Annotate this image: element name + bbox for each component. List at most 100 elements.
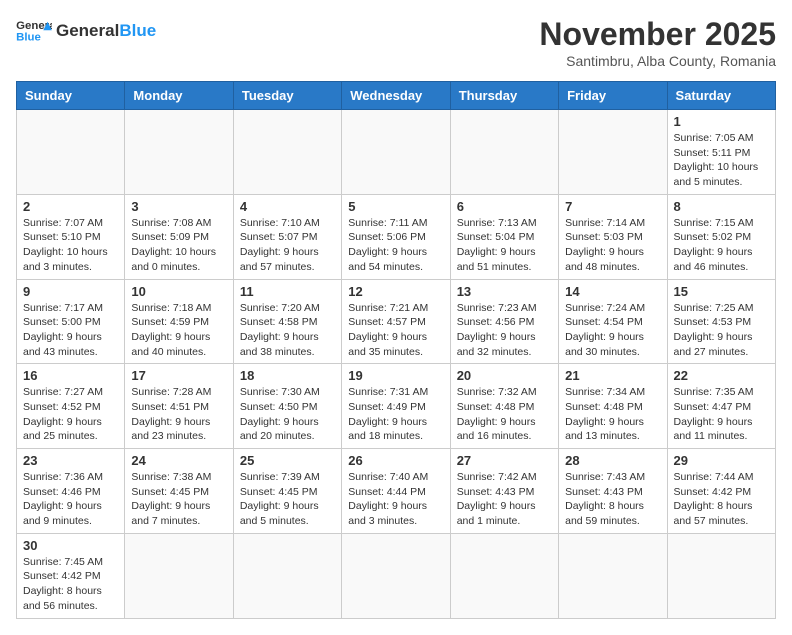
day-number: 2 xyxy=(23,199,118,214)
day-number: 9 xyxy=(23,284,118,299)
calendar-week-row: 1Sunrise: 7:05 AM Sunset: 5:11 PM Daylig… xyxy=(17,110,776,195)
calendar-cell: 28 Sunrise: 7:43 AM Sunset: 4:43 PM Dayli… xyxy=(559,449,667,534)
day-info: Sunrise: 7:25 AM Sunset: 4:53 PM Dayligh… xyxy=(674,301,769,360)
day-header-saturday: Saturday xyxy=(667,82,775,110)
calendar-header-row: SundayMondayTuesdayWednesdayThursdayFrid… xyxy=(17,82,776,110)
calendar-cell xyxy=(559,533,667,618)
calendar-cell: 4 Sunrise: 7:10 AM Sunset: 5:07 PM Daylig… xyxy=(233,194,341,279)
calendar-cell: 13 Sunrise: 7:23 AM Sunset: 4:56 PM Dayli… xyxy=(450,279,558,364)
calendar: SundayMondayTuesdayWednesdayThursdayFrid… xyxy=(16,81,776,619)
day-info: Sunrise: 7:17 AM Sunset: 5:00 PM Dayligh… xyxy=(23,301,118,360)
day-info: Sunrise: 7:27 AM Sunset: 4:52 PM Dayligh… xyxy=(23,385,118,444)
day-number: 10 xyxy=(131,284,226,299)
generalblue-logo-icon: General Blue xyxy=(16,16,52,46)
calendar-cell: 6Sunrise: 7:13 AM Sunset: 5:04 PM Daylig… xyxy=(450,194,558,279)
day-info: Sunrise: 7:38 AM Sunset: 4:45 PM Dayligh… xyxy=(131,470,226,529)
calendar-cell: 2Sunrise: 7:07 AM Sunset: 5:10 PM Daylig… xyxy=(17,194,125,279)
calendar-cell: 7 Sunrise: 7:14 AM Sunset: 5:03 PM Daylig… xyxy=(559,194,667,279)
day-number: 15 xyxy=(674,284,769,299)
day-number: 22 xyxy=(674,368,769,383)
day-number: 28 xyxy=(565,453,660,468)
calendar-cell xyxy=(450,533,558,618)
day-info: Sunrise: 7:28 AM Sunset: 4:51 PM Dayligh… xyxy=(131,385,226,444)
day-number: 24 xyxy=(131,453,226,468)
calendar-cell: 12 Sunrise: 7:21 AM Sunset: 4:57 PM Dayli… xyxy=(342,279,450,364)
day-number: 4 xyxy=(240,199,335,214)
day-info: Sunrise: 7:20 AM Sunset: 4:58 PM Dayligh… xyxy=(240,301,335,360)
day-info: Sunrise: 7:43 AM Sunset: 4:43 PM Dayligh… xyxy=(565,470,660,529)
day-info: Sunrise: 7:36 AM Sunset: 4:46 PM Dayligh… xyxy=(23,470,118,529)
day-number: 14 xyxy=(565,284,660,299)
day-info: Sunrise: 7:31 AM Sunset: 4:49 PM Dayligh… xyxy=(348,385,443,444)
day-number: 3 xyxy=(131,199,226,214)
day-info: Sunrise: 7:35 AM Sunset: 4:47 PM Dayligh… xyxy=(674,385,769,444)
day-number: 1 xyxy=(674,114,769,129)
day-number: 12 xyxy=(348,284,443,299)
day-number: 25 xyxy=(240,453,335,468)
calendar-cell xyxy=(125,110,233,195)
day-number: 27 xyxy=(457,453,552,468)
day-number: 7 xyxy=(565,199,660,214)
day-number: 8 xyxy=(674,199,769,214)
day-info: Sunrise: 7:30 AM Sunset: 4:50 PM Dayligh… xyxy=(240,385,335,444)
logo: General Blue GeneralBlue xyxy=(16,16,156,46)
calendar-cell: 22 Sunrise: 7:35 AM Sunset: 4:47 PM Dayli… xyxy=(667,364,775,449)
day-number: 5 xyxy=(348,199,443,214)
day-info: Sunrise: 7:40 AM Sunset: 4:44 PM Dayligh… xyxy=(348,470,443,529)
calendar-week-row: 9 Sunrise: 7:17 AM Sunset: 5:00 PM Daylig… xyxy=(17,279,776,364)
day-number: 11 xyxy=(240,284,335,299)
day-header-wednesday: Wednesday xyxy=(342,82,450,110)
calendar-cell: 10Sunrise: 7:18 AM Sunset: 4:59 PM Dayli… xyxy=(125,279,233,364)
month-title: November 2025 xyxy=(539,16,776,53)
day-header-friday: Friday xyxy=(559,82,667,110)
calendar-cell xyxy=(342,110,450,195)
subtitle: Santimbru, Alba County, Romania xyxy=(539,53,776,69)
day-info: Sunrise: 7:11 AM Sunset: 5:06 PM Dayligh… xyxy=(348,216,443,275)
calendar-cell: 11 Sunrise: 7:20 AM Sunset: 4:58 PM Dayli… xyxy=(233,279,341,364)
day-number: 26 xyxy=(348,453,443,468)
day-info: Sunrise: 7:24 AM Sunset: 4:54 PM Dayligh… xyxy=(565,301,660,360)
calendar-cell: 1Sunrise: 7:05 AM Sunset: 5:11 PM Daylig… xyxy=(667,110,775,195)
day-number: 17 xyxy=(131,368,226,383)
day-info: Sunrise: 7:10 AM Sunset: 5:07 PM Dayligh… xyxy=(240,216,335,275)
day-number: 16 xyxy=(23,368,118,383)
day-header-sunday: Sunday xyxy=(17,82,125,110)
calendar-cell: 9 Sunrise: 7:17 AM Sunset: 5:00 PM Daylig… xyxy=(17,279,125,364)
day-number: 29 xyxy=(674,453,769,468)
day-info: Sunrise: 7:14 AM Sunset: 5:03 PM Dayligh… xyxy=(565,216,660,275)
day-number: 30 xyxy=(23,538,118,553)
day-number: 19 xyxy=(348,368,443,383)
calendar-cell: 29 Sunrise: 7:44 AM Sunset: 4:42 PM Dayli… xyxy=(667,449,775,534)
calendar-week-row: 23 Sunrise: 7:36 AM Sunset: 4:46 PM Dayli… xyxy=(17,449,776,534)
calendar-cell xyxy=(342,533,450,618)
svg-text:Blue: Blue xyxy=(16,31,41,43)
day-number: 13 xyxy=(457,284,552,299)
day-header-thursday: Thursday xyxy=(450,82,558,110)
calendar-week-row: 30Sunrise: 7:45 AM Sunset: 4:42 PM Dayli… xyxy=(17,533,776,618)
day-info: Sunrise: 7:21 AM Sunset: 4:57 PM Dayligh… xyxy=(348,301,443,360)
calendar-cell: 15 Sunrise: 7:25 AM Sunset: 4:53 PM Dayli… xyxy=(667,279,775,364)
title-area: November 2025 Santimbru, Alba County, Ro… xyxy=(539,16,776,69)
day-number: 23 xyxy=(23,453,118,468)
calendar-cell xyxy=(233,533,341,618)
day-number: 21 xyxy=(565,368,660,383)
calendar-cell: 19 Sunrise: 7:31 AM Sunset: 4:49 PM Dayli… xyxy=(342,364,450,449)
calendar-cell: 18Sunrise: 7:30 AM Sunset: 4:50 PM Dayli… xyxy=(233,364,341,449)
day-info: Sunrise: 7:15 AM Sunset: 5:02 PM Dayligh… xyxy=(674,216,769,275)
day-info: Sunrise: 7:32 AM Sunset: 4:48 PM Dayligh… xyxy=(457,385,552,444)
calendar-week-row: 16 Sunrise: 7:27 AM Sunset: 4:52 PM Dayli… xyxy=(17,364,776,449)
day-number: 6 xyxy=(457,199,552,214)
calendar-cell: 16 Sunrise: 7:27 AM Sunset: 4:52 PM Dayli… xyxy=(17,364,125,449)
day-info: Sunrise: 7:44 AM Sunset: 4:42 PM Dayligh… xyxy=(674,470,769,529)
calendar-cell xyxy=(450,110,558,195)
header: General Blue GeneralBlue November 2025 S… xyxy=(16,16,776,69)
calendar-cell: 8 Sunrise: 7:15 AM Sunset: 5:02 PM Daylig… xyxy=(667,194,775,279)
calendar-week-row: 2Sunrise: 7:07 AM Sunset: 5:10 PM Daylig… xyxy=(17,194,776,279)
calendar-cell xyxy=(125,533,233,618)
calendar-cell: 5 Sunrise: 7:11 AM Sunset: 5:06 PM Daylig… xyxy=(342,194,450,279)
day-info: Sunrise: 7:42 AM Sunset: 4:43 PM Dayligh… xyxy=(457,470,552,529)
calendar-cell: 26 Sunrise: 7:40 AM Sunset: 4:44 PM Dayli… xyxy=(342,449,450,534)
day-header-tuesday: Tuesday xyxy=(233,82,341,110)
day-number: 20 xyxy=(457,368,552,383)
day-info: Sunrise: 7:23 AM Sunset: 4:56 PM Dayligh… xyxy=(457,301,552,360)
